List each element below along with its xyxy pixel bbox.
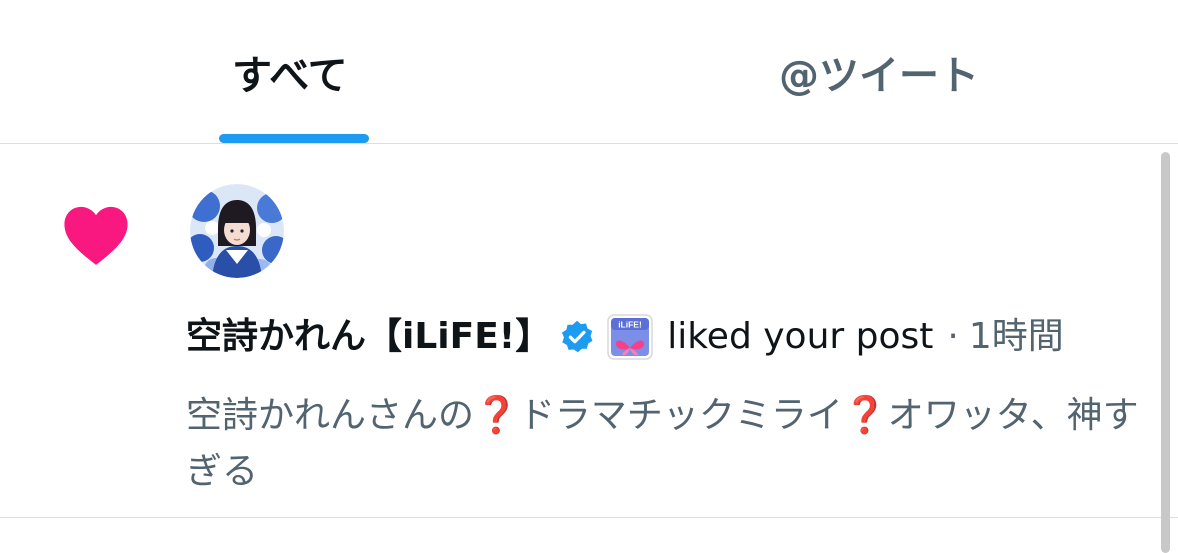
notifications-page: すべて @ツイート 空詩かれん【iLiFE!】 iLiFE! liked you…: [0, 0, 1178, 553]
user-name[interactable]: 空詩かれん【iLiFE!】: [186, 312, 551, 362]
tab-all-label: すべて: [232, 53, 348, 99]
timestamp[interactable]: 1時間: [969, 312, 1064, 362]
avatar[interactable]: [190, 184, 284, 278]
affiliate-badge-text: iLiFE!: [618, 320, 642, 330]
notification-headline: 空詩かれん【iLiFE!】 iLiFE! liked your post · 1…: [186, 312, 1064, 362]
affiliate-badge-icon[interactable]: iLiFE!: [607, 314, 653, 360]
tab-mentions[interactable]: @ツイート: [589, 0, 1178, 143]
heart-icon: [64, 206, 128, 265]
notification-item[interactable]: 空詩かれん【iLiFE!】 iLiFE! liked your post · 1…: [0, 144, 1178, 518]
liked-post-text[interactable]: 空詩かれんさんの❓ドラマチックミライ❓オワッタ、神すぎる: [186, 388, 1156, 500]
post-text-part-1: 空詩かれんさんの: [186, 395, 475, 436]
notification-action-text: liked your post: [667, 316, 934, 357]
tab-mentions-label: @ツイート: [779, 53, 979, 99]
notification-tabs: すべて @ツイート: [0, 0, 1178, 144]
scrollbar[interactable]: [1161, 152, 1170, 553]
separator-dot: ·: [947, 316, 959, 357]
post-text-part-2: ドラマチックミライ: [518, 395, 843, 436]
question-mark-icon: ❓: [842, 395, 888, 436]
question-mark-icon: ❓: [474, 395, 519, 436]
active-tab-indicator: [219, 134, 369, 143]
verified-badge-icon: [562, 320, 593, 353]
tab-all[interactable]: すべて: [0, 0, 589, 143]
